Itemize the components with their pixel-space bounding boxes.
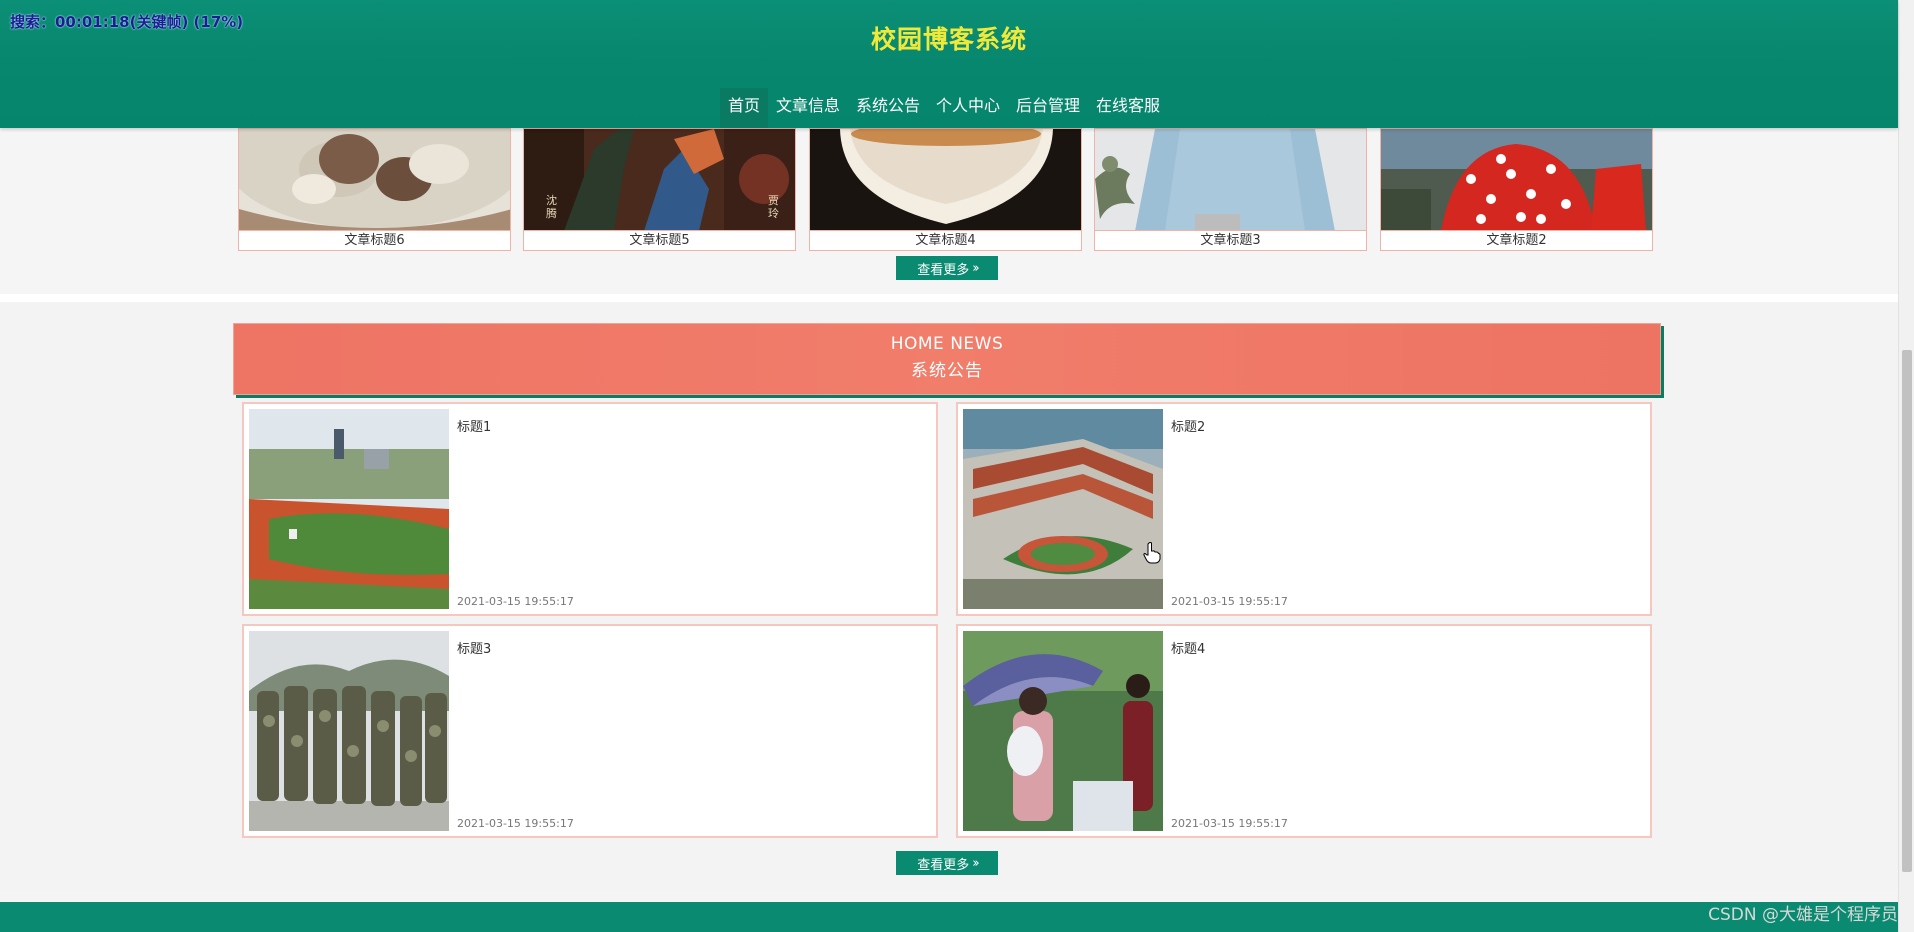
food-bowl-image (239, 129, 510, 231)
news-banner-cn: 系统公告 (911, 361, 983, 381)
article-card[interactable]: 文章标题3 (1094, 128, 1367, 251)
news-date: 2021-03-15 19:55:17 (1171, 817, 1288, 830)
hand-cursor-icon (1143, 542, 1161, 568)
military-training-image (249, 631, 449, 831)
article-title[interactable]: 文章标题4 (810, 230, 1081, 250)
article-card[interactable]: 沈 腾 贾 玲 文章标题5 (523, 128, 796, 251)
news-card[interactable]: 标题4 2021-03-15 19:55:17 (956, 624, 1652, 838)
nav-item-admin[interactable]: 后台管理 (1008, 88, 1088, 128)
article-title[interactable]: 文章标题5 (524, 230, 795, 250)
double-chevron-right-icon: ›› (972, 260, 980, 276)
svg-text:腾: 腾 (546, 206, 557, 220)
nav-item-support[interactable]: 在线客服 (1088, 88, 1168, 128)
news-date: 2021-03-15 19:55:17 (1171, 595, 1288, 608)
view-more-articles-button[interactable]: 查看更多 ›› (896, 256, 998, 280)
site-header: 校园博客系统 首页 文章信息 系统公告 个人中心 后台管理 在线客服 (0, 0, 1898, 128)
main-nav: 首页 文章信息 系统公告 个人中心 后台管理 在线客服 (0, 88, 1898, 128)
news-banner: HOME NEWS 系统公告 (233, 323, 1661, 395)
coffee-cup-image (810, 129, 1081, 231)
nav-item-home[interactable]: 首页 (719, 88, 768, 128)
svg-text:玲: 玲 (768, 207, 779, 220)
news-card[interactable]: 标题1 2021-03-15 19:55:17 (242, 402, 938, 616)
news-banner-en: HOME NEWS (890, 334, 1004, 354)
nav-item-profile[interactable]: 个人中心 (928, 88, 1008, 128)
article-title[interactable]: 文章标题6 (239, 230, 510, 250)
article-card[interactable]: 文章标题4 (809, 128, 1082, 251)
movie-poster-image: 沈 腾 贾 玲 (524, 129, 795, 231)
svg-text:沈: 沈 (546, 193, 557, 207)
news-title[interactable]: 标题3 (457, 638, 491, 657)
umbrella-students-image (963, 631, 1163, 831)
article-card[interactable]: 文章标题2 (1380, 128, 1653, 251)
article-title[interactable]: 文章标题3 (1095, 230, 1366, 250)
news-date: 2021-03-15 19:55:17 (457, 595, 574, 608)
news-card[interactable]: 标题2 2021-03-15 19:55:17 (956, 402, 1652, 616)
news-card[interactable]: 标题3 2021-03-15 19:55:17 (242, 624, 938, 838)
news-section: HOME NEWS 系统公告 标题1 2021-03-15 19:55:17 标… (0, 302, 1898, 890)
minnie-mouse-image (1381, 129, 1652, 231)
nav-item-announcements[interactable]: 系统公告 (848, 88, 928, 128)
section-divider (0, 294, 1898, 302)
news-title[interactable]: 标题1 (457, 416, 491, 435)
site-title: 校园博客系统 (870, 25, 1027, 54)
scrollbar-thumb[interactable] (1902, 350, 1912, 872)
nav-item-articles[interactable]: 文章信息 (768, 88, 848, 128)
site-footer (0, 902, 1898, 932)
news-date: 2021-03-15 19:55:17 (457, 817, 574, 830)
article-title[interactable]: 文章标题2 (1381, 230, 1652, 250)
search-progress-overlay: 搜索：00:01:18(关键帧) (17%) (10, 13, 244, 31)
campus-building-image (963, 409, 1163, 609)
svg-text:贾: 贾 (768, 194, 779, 207)
double-chevron-right-icon: ›› (972, 855, 980, 871)
page-scrollbar[interactable] (1898, 0, 1914, 932)
article-list: 文章标题6 沈 腾 贾 玲 文章标题5 文章标题4 文章标题3 文章标题2 查看… (0, 128, 1898, 294)
csdn-watermark: CSDN @大雄是个程序员 (1708, 905, 1898, 925)
view-more-news-button[interactable]: 查看更多 ›› (896, 851, 998, 875)
news-title[interactable]: 标题2 (1171, 416, 1205, 435)
view-more-label: 查看更多 (917, 262, 970, 278)
article-card[interactable]: 文章标题6 (238, 128, 511, 251)
news-title[interactable]: 标题4 (1171, 638, 1205, 657)
view-more-label: 查看更多 (917, 857, 970, 873)
sweater-image (1095, 129, 1366, 231)
sports-field-image (249, 409, 449, 609)
